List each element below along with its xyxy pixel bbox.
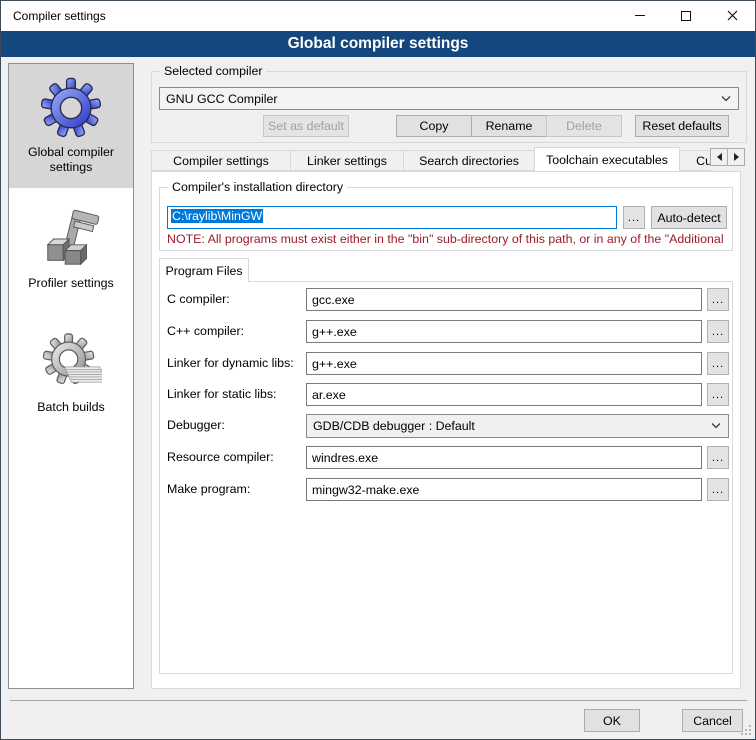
sidebar-item-batch-builds[interactable]: Batch builds [9, 312, 133, 436]
gear-blue-icon [40, 77, 102, 139]
form-row-dynamic-linker: Linker for dynamic libs: ... [167, 352, 729, 376]
close-icon [727, 10, 738, 21]
maximize-icon [681, 11, 691, 21]
sidebar-item-label: Global compiler settings [9, 145, 133, 176]
debugger-select-value: GDB/CDB debugger : Default [313, 419, 475, 433]
sidebar-item-global-compiler-settings[interactable]: Global compiler settings [9, 64, 133, 188]
browse-cpp-compiler-button[interactable]: ... [707, 320, 729, 343]
copy-button[interactable]: Copy [396, 115, 472, 137]
settings-category-list: Global compiler settings Profiler s [8, 63, 134, 689]
chevron-down-icon [721, 96, 731, 102]
subtab-program-files[interactable]: Program Files [159, 258, 249, 282]
form-row-make-program: Make program: ... [167, 478, 729, 502]
tab-custom-variables[interactable]: Custom variables [679, 150, 711, 171]
scroll-tabs-right-button[interactable] [727, 148, 745, 166]
gear-stack-icon [40, 332, 102, 394]
compiler-select-value: GNU GCC Compiler [166, 92, 278, 106]
static-linker-input[interactable] [306, 383, 702, 406]
form-row-resource-compiler: Resource compiler: ... [167, 446, 729, 470]
caliper-icon [40, 208, 102, 270]
chevron-down-icon [711, 423, 721, 429]
dynamic-linker-input[interactable] [306, 352, 702, 375]
compiler-settings-dialog: Compiler settings Global compiler settin… [0, 0, 756, 740]
sidebar-item-label: Batch builds [33, 400, 109, 416]
minimize-button[interactable] [617, 1, 663, 30]
tab-linker-settings[interactable]: Linker settings [290, 150, 404, 171]
browse-make-program-button[interactable]: ... [707, 478, 729, 501]
sidebar-item-label: Profiler settings [24, 276, 117, 292]
cancel-button[interactable]: Cancel [682, 709, 743, 732]
scroll-right-icon [734, 153, 743, 161]
cpp-compiler-input[interactable] [306, 320, 702, 343]
browse-directory-button[interactable]: ... [623, 206, 645, 229]
field-label: Linker for dynamic libs: [167, 356, 294, 370]
auto-detect-button[interactable]: Auto-detect [651, 206, 727, 229]
resize-grip[interactable] [749, 733, 751, 735]
reset-defaults-button[interactable]: Reset defaults [635, 115, 729, 137]
tab-compiler-settings[interactable]: Compiler settings [151, 150, 291, 171]
field-label: C++ compiler: [167, 324, 244, 338]
scroll-tabs-left-button[interactable] [710, 148, 728, 166]
field-label: Debugger: [167, 418, 225, 432]
form-row-debugger: Debugger: GDB/CDB debugger : Default [167, 414, 729, 438]
form-row-cpp-compiler: C++ compiler: ... [167, 320, 729, 344]
dialog-banner: Global compiler settings [1, 31, 755, 57]
field-label: Resource compiler: [167, 450, 274, 464]
sidebar-item-profiler-settings[interactable]: Profiler settings [9, 188, 133, 312]
field-label: C compiler: [167, 292, 230, 306]
installation-directory-value: C:\raylib\MinGW [171, 209, 263, 223]
ok-button[interactable]: OK [584, 709, 640, 732]
titlebar: Compiler settings [1, 1, 755, 31]
c-compiler-input[interactable] [306, 288, 702, 311]
group-label: Compiler's installation directory [168, 180, 347, 194]
rename-button[interactable]: Rename [471, 115, 547, 137]
bin-subdirectory-note: NOTE: All programs must exist either in … [167, 232, 727, 246]
form-row-c-compiler: C compiler: ... [167, 288, 729, 312]
browse-static-linker-button[interactable]: ... [707, 383, 729, 406]
field-label: Linker for static libs: [167, 387, 277, 401]
resource-compiler-input[interactable] [306, 446, 702, 469]
delete-button[interactable]: Delete [546, 115, 622, 137]
tab-scroll-buttons [711, 148, 745, 166]
make-program-input[interactable] [306, 478, 702, 501]
compiler-select[interactable]: GNU GCC Compiler [159, 87, 739, 110]
browse-dynamic-linker-button[interactable]: ... [707, 352, 729, 375]
close-button[interactable] [709, 1, 755, 30]
window-controls [617, 1, 755, 30]
group-label: Selected compiler [160, 64, 266, 78]
form-row-static-linker: Linker for static libs: ... [167, 383, 729, 407]
field-label: Make program: [167, 482, 250, 496]
compiler-tabs: Compiler settingsLinker settingsSearch d… [151, 147, 711, 171]
browse-resource-compiler-button[interactable]: ... [707, 446, 729, 469]
installation-directory-input[interactable]: C:\raylib\MinGW [167, 206, 617, 229]
tab-search-directories[interactable]: Search directories [403, 150, 535, 171]
window-title: Compiler settings [13, 9, 106, 23]
minimize-icon [635, 15, 645, 16]
maximize-button[interactable] [663, 1, 709, 30]
debugger-select[interactable]: GDB/CDB debugger : Default [306, 414, 729, 438]
browse-c-compiler-button[interactable]: ... [707, 288, 729, 311]
set-as-default-button[interactable]: Set as default [263, 115, 349, 137]
footer-separator [10, 700, 747, 701]
tab-toolchain-executables[interactable]: Toolchain executables [534, 147, 680, 171]
scroll-left-icon [713, 153, 722, 161]
